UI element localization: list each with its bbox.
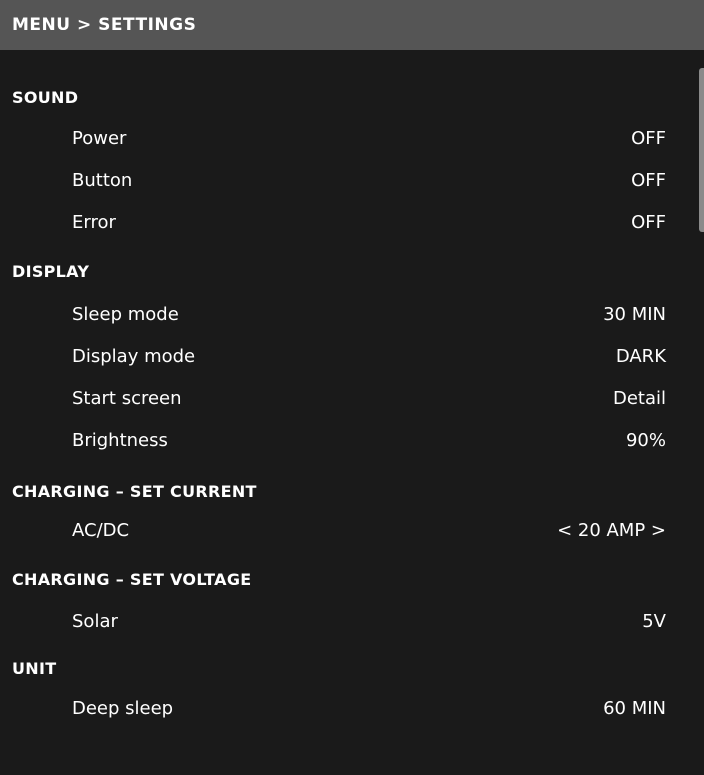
setting-value-stepper[interactable]: < 20 AMP > [557,510,666,552]
setting-value: OFF [631,170,666,191]
setting-row-power-sound[interactable]: Power OFF [0,118,704,160]
setting-row-error-sound[interactable]: Error OFF [0,202,704,244]
section-header-sound: SOUND [12,88,79,107]
setting-row-brightness[interactable]: Brightness 90% [0,420,704,462]
setting-row-start-screen[interactable]: Start screen Detail [0,378,704,420]
setting-row-ac-dc[interactable]: AC/DC < 20 AMP > [0,510,704,552]
section-header-charging-current: CHARGING – SET CURRENT [12,482,257,501]
section-header-unit: UNIT [12,659,57,678]
setting-label: Solar [72,611,118,632]
header-bar: MENU > SETTINGS [0,0,704,50]
setting-label: Error [72,212,116,233]
setting-row-button-sound[interactable]: Button OFF [0,160,704,202]
setting-row-solar[interactable]: Solar 5V [0,601,704,643]
section-header-display: DISPLAY [12,262,90,281]
setting-value: OFF [631,212,666,233]
setting-label: Display mode [72,346,196,367]
setting-value: 90% [625,430,666,451]
setting-value: DARK [615,346,666,367]
setting-value: 30 MIN [603,304,666,325]
scrollbar-thumb[interactable] [699,68,704,232]
setting-value: 5V [642,611,666,632]
setting-label: Deep sleep [72,698,174,719]
setting-label: Button [72,170,133,191]
setting-label: AC/DC [72,520,130,541]
breadcrumb[interactable]: MENU > SETTINGS [12,15,196,35]
setting-label: Sleep mode [72,304,179,325]
setting-row-deep-sleep[interactable]: Deep sleep 60 MIN [0,688,704,730]
setting-value: Detail [612,388,666,409]
setting-value: 60 MIN [603,698,666,719]
setting-label: Power [72,128,127,149]
setting-row-display-mode[interactable]: Display mode DARK [0,336,704,378]
setting-row-sleep-mode[interactable]: Sleep mode 30 MIN [0,294,704,336]
setting-label: Brightness [72,430,168,451]
setting-value: OFF [631,128,666,149]
setting-label: Start screen [72,388,182,409]
settings-list: SOUND Power OFF Button OFF Error OFF DIS… [0,50,704,775]
section-header-charging-voltage: CHARGING – SET VOLTAGE [12,570,252,589]
